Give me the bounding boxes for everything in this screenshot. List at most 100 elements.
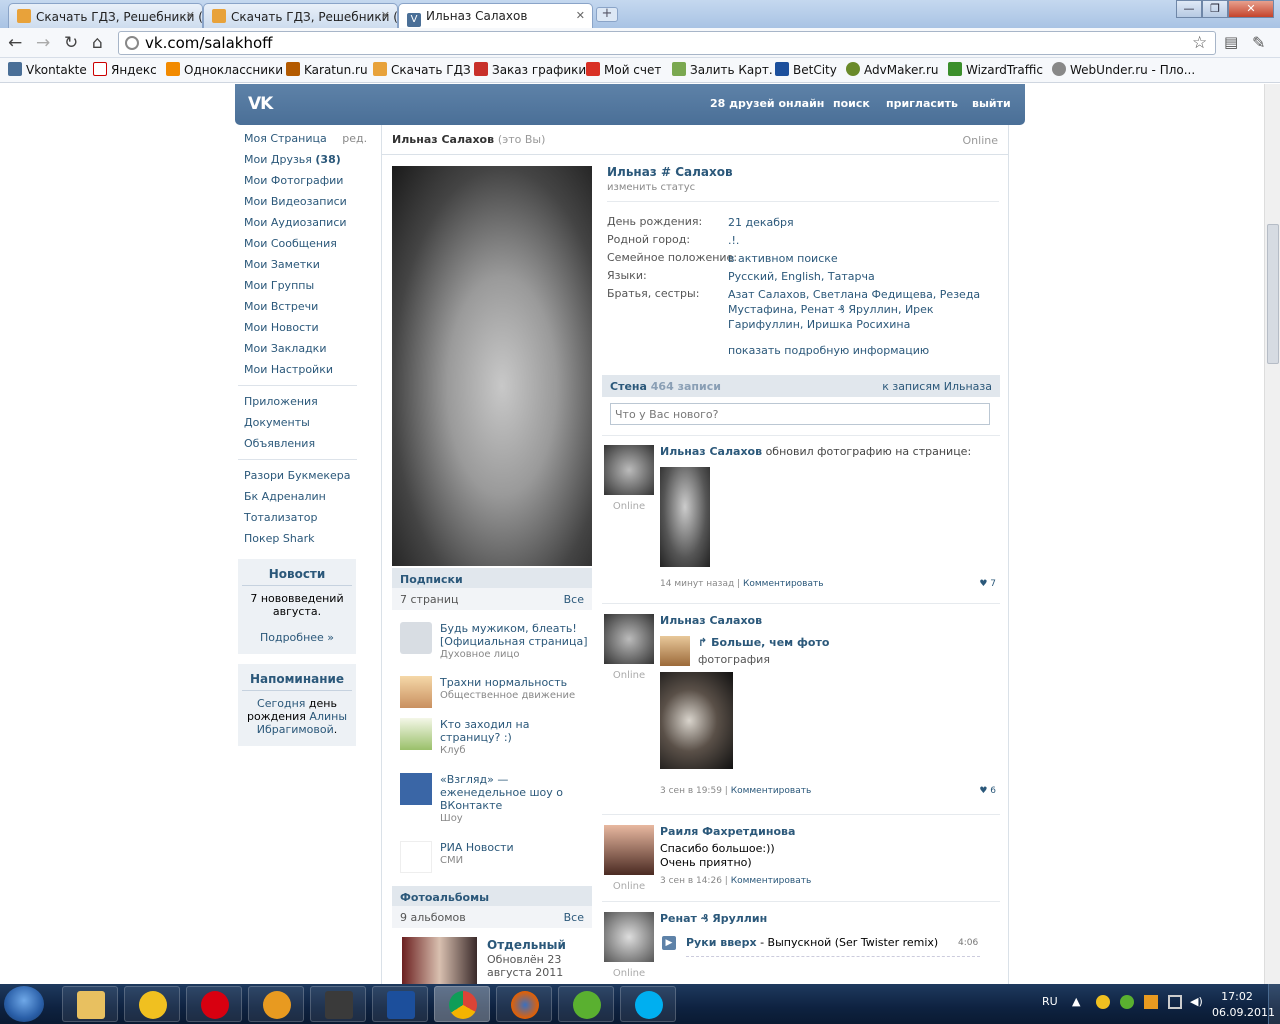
sidebar-item-groups[interactable]: Мои Группы [238, 275, 358, 296]
new-tab-button[interactable]: + [596, 7, 618, 22]
sidebar-item-notes[interactable]: Мои Заметки [238, 254, 358, 275]
post-author-avatar[interactable] [604, 614, 654, 664]
wrench-icon[interactable]: ✎ [1252, 33, 1265, 52]
maximize-button[interactable]: ❐ [1202, 0, 1228, 18]
bookmark-item[interactable]: Скачать ГДЗ [373, 62, 471, 77]
sidebar-item-friends[interactable]: Мои Друзья (38) [238, 149, 358, 170]
page-menu-icon[interactable]: ▤ [1224, 33, 1238, 51]
post-author-link[interactable]: Ренат ₰ Яруллин [660, 912, 767, 925]
vk-logo[interactable]: VK [248, 94, 273, 114]
forward-arrow-icon[interactable]: → [36, 33, 50, 53]
firefox-taskbar-button[interactable] [496, 986, 552, 1022]
sidebar-link[interactable]: Тотализатор [238, 507, 358, 528]
bookmark-star-icon[interactable]: ☆ [1192, 33, 1207, 53]
close-tab-icon[interactable]: ✕ [186, 9, 195, 22]
app-taskbar-button[interactable] [248, 986, 304, 1022]
language-indicator[interactable]: RU [1042, 995, 1058, 1008]
bookmark-item[interactable]: Заказ графики [474, 62, 586, 77]
repost-group-avatar[interactable] [660, 636, 690, 666]
volume-icon[interactable]: ◀) [1190, 995, 1203, 1008]
start-button[interactable] [4, 986, 44, 1022]
comment-link[interactable]: Комментировать [743, 579, 824, 589]
clock-date[interactable]: 06.09.2011 [1212, 1006, 1275, 1019]
close-window-button[interactable]: ✕ [1228, 0, 1274, 18]
minimize-button[interactable]: — [1176, 0, 1202, 18]
counterstrike-taskbar-button[interactable] [310, 986, 366, 1022]
photoshop-taskbar-button[interactable] [372, 986, 428, 1022]
repost-source[interactable]: ↱ Больше, чем фото [698, 636, 829, 649]
show-more-info-link[interactable]: показать подробную информацию [728, 344, 929, 357]
audio-track[interactable]: Руки вверх - Выпускной (Ser Twister remi… [686, 936, 938, 949]
logout-link[interactable]: выйти [972, 97, 1011, 110]
home-icon[interactable]: ⌂ [92, 33, 103, 53]
sidebar-item-events[interactable]: Мои Встречи [238, 296, 358, 317]
sidebar-item-photos[interactable]: Мои Фотографии [238, 170, 358, 191]
sidebar-link[interactable]: Разори Букмекера [238, 465, 358, 486]
chrome-taskbar-button[interactable] [434, 986, 490, 1022]
profile-photo[interactable] [392, 166, 592, 566]
close-tab-icon[interactable]: ✕ [381, 9, 390, 22]
album-cover[interactable] [402, 937, 477, 984]
bookmark-item[interactable]: Залить Карт. [672, 62, 773, 77]
sidebar-link[interactable]: Покер Shark [238, 528, 358, 549]
agent-taskbar-button[interactable] [124, 986, 180, 1022]
subscriptions-all-link[interactable]: Все [564, 593, 584, 606]
edit-link[interactable]: ред. [342, 132, 367, 145]
bookmark-item[interactable]: Vkontakte [8, 62, 87, 77]
sidebar-item-apps[interactable]: Приложения [238, 391, 358, 412]
subscriptions-header[interactable]: Подписки [392, 568, 592, 590]
bookmark-item[interactable]: AdvMaker.ru [846, 62, 939, 77]
post-author-link[interactable]: Ильназ Салахов [660, 445, 762, 458]
icq-taskbar-button[interactable] [558, 986, 614, 1022]
today-link[interactable]: Сегодня [257, 697, 305, 710]
tray-app-icon[interactable] [1144, 995, 1158, 1009]
icq-tray-icon[interactable] [1120, 995, 1134, 1009]
sidebar-item-bookmarks[interactable]: Мои Закладки [238, 338, 358, 359]
back-arrow-icon[interactable]: ← [8, 33, 22, 53]
clock-time[interactable]: 17:02 [1212, 990, 1262, 1003]
like-button[interactable]: ♥ 6 [979, 786, 996, 796]
sidebar-link[interactable]: Бк Адреналин [238, 486, 358, 507]
search-link[interactable]: поиск [833, 97, 870, 110]
sidebar-item-audio[interactable]: Мои Аудиозаписи [238, 212, 358, 233]
bookmark-item[interactable]: WizardTraffic [948, 62, 1043, 77]
comment-link[interactable]: Комментировать [731, 786, 812, 796]
post-author-link[interactable]: Раиля Фахретдинова [660, 825, 795, 838]
bookmark-item[interactable]: Яндекс [93, 62, 157, 77]
show-desktop-button[interactable] [1268, 984, 1280, 1024]
wall-post-input[interactable]: Что у Вас нового? [610, 403, 990, 425]
reload-icon[interactable]: ↻ [64, 33, 78, 53]
album-name[interactable]: Отдельный [487, 938, 566, 952]
sidebar-item-my-page[interactable]: Моя Страница ред. [238, 128, 367, 149]
albums-header[interactable]: Фотоальбомы [392, 886, 592, 908]
skype-taskbar-button[interactable] [620, 986, 676, 1022]
bookmark-item[interactable]: BetCity [775, 62, 837, 77]
agent-tray-icon[interactable] [1096, 995, 1110, 1009]
bookmark-item[interactable]: Мой счет [586, 62, 661, 77]
post-author-avatar[interactable] [604, 445, 654, 495]
close-tab-icon[interactable]: ✕ [576, 9, 585, 22]
sidebar-item-docs[interactable]: Документы [238, 412, 358, 433]
like-button[interactable]: ♥ 7 [979, 579, 996, 589]
browser-tab-1[interactable]: Скачать ГДЗ, Решебники (✕ [8, 3, 203, 28]
sidebar-item-messages[interactable]: Мои Сообщения [238, 233, 358, 254]
network-icon[interactable] [1168, 995, 1182, 1009]
post-author-avatar[interactable] [604, 912, 654, 962]
change-status-link[interactable]: изменить статус [607, 182, 695, 193]
sidebar-item-news[interactable]: Мои Новости [238, 317, 358, 338]
bookmark-item[interactable]: WebUnder.ru - Пло... [1052, 62, 1195, 77]
scrollbar-thumb[interactable] [1267, 224, 1279, 364]
friends-online-link[interactable]: 28 друзей онлайн [710, 97, 824, 110]
bookmark-item[interactable]: Karatun.ru [286, 62, 368, 77]
audio-progress[interactable] [686, 956, 980, 957]
post-photo[interactable] [660, 467, 710, 567]
page-scrollbar[interactable] [1264, 84, 1280, 984]
post-author-link[interactable]: Ильназ Салахов [660, 614, 762, 627]
post-author-avatar[interactable] [604, 825, 654, 875]
repost-photo[interactable] [660, 672, 733, 769]
news-box-title[interactable]: Новости [242, 567, 352, 586]
sidebar-item-videos[interactable]: Мои Видеозаписи [238, 191, 358, 212]
browser-tab-2[interactable]: Скачать ГДЗ, Решебники (✕ [203, 3, 398, 28]
to-posts-link[interactable]: к записям Ильназа [882, 380, 992, 393]
comment-link[interactable]: Комментировать [731, 876, 812, 886]
